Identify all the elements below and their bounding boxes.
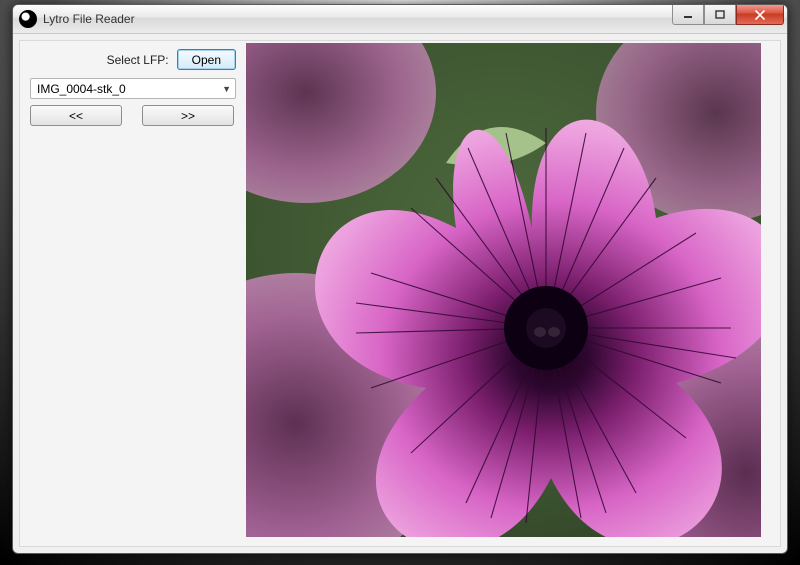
close-button[interactable] — [736, 5, 784, 25]
maximize-button[interactable] — [704, 5, 736, 25]
select-lfp-row: Select LFP: Open — [30, 49, 236, 70]
nav-buttons-row: << >> — [30, 105, 236, 126]
client-area: Select LFP: Open IMG_0004-stk_0 ▼ << >> — [19, 40, 781, 547]
open-button[interactable]: Open — [177, 49, 236, 70]
combo-value: IMG_0004-stk_0 — [37, 82, 126, 96]
window-buttons — [672, 5, 784, 25]
prev-button[interactable]: << — [30, 105, 122, 126]
controls-panel: Select LFP: Open IMG_0004-stk_0 ▼ << >> — [20, 41, 246, 546]
next-button[interactable]: >> — [142, 105, 234, 126]
app-window: Lytro File Reader Select LFP: Open — [12, 4, 788, 554]
image-select-combo[interactable]: IMG_0004-stk_0 ▼ — [30, 78, 236, 99]
minimize-button[interactable] — [672, 5, 704, 25]
titlebar[interactable]: Lytro File Reader — [13, 5, 787, 34]
image-viewport — [246, 41, 780, 546]
close-icon — [754, 10, 766, 20]
select-lfp-label: Select LFP: — [30, 53, 177, 67]
desktop-background: Lytro File Reader Select LFP: Open — [0, 0, 800, 565]
lytro-circle-icon — [19, 10, 37, 28]
photo-preview[interactable] — [246, 43, 761, 537]
minimize-icon — [683, 10, 693, 20]
maximize-icon — [715, 10, 725, 20]
chevron-down-icon: ▼ — [222, 84, 231, 94]
